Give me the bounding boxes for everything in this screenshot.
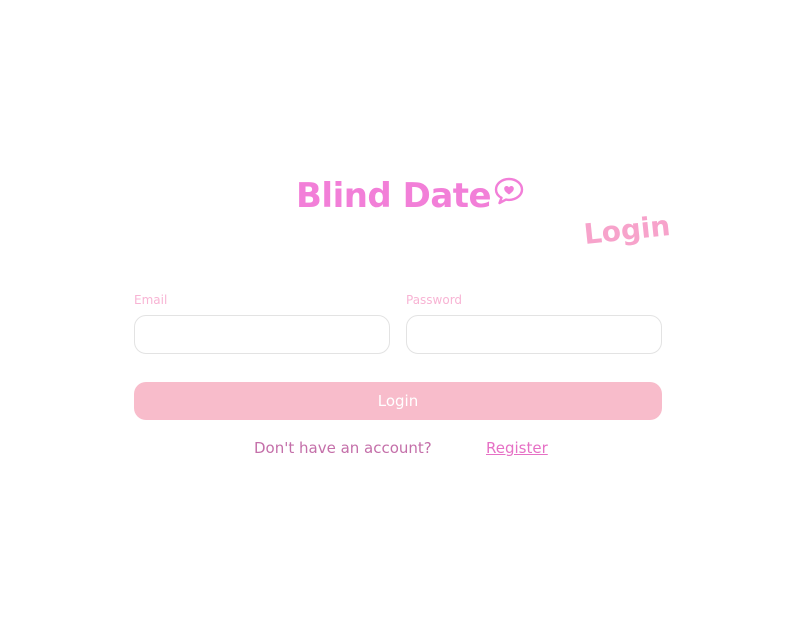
password-label: Password [406, 293, 463, 307]
login-button[interactable]: Login [134, 382, 662, 420]
chat-bubble-heart-icon [494, 177, 524, 205]
page-heading: Login [582, 209, 672, 251]
register-link[interactable]: Register [486, 438, 548, 458]
email-field[interactable] [134, 315, 390, 354]
email-label: Email [134, 293, 168, 307]
password-field[interactable] [406, 315, 662, 354]
account-prompt: Don't have an account? [254, 439, 432, 457]
brand-title: Blind Date [296, 176, 492, 216]
brand-logo: Blind Date [296, 174, 525, 218]
